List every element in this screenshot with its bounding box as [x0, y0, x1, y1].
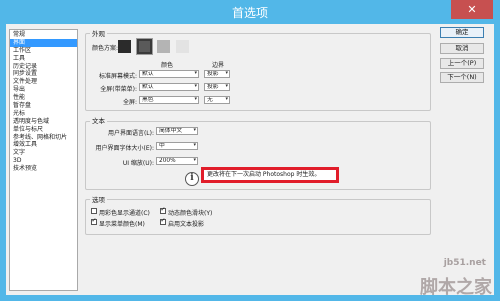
- color-channels-checkbox[interactable]: [91, 208, 97, 214]
- show-menu-colors-label: 显示菜单颜色(M): [99, 221, 145, 228]
- chevron-down-icon: ▾: [193, 157, 196, 163]
- fullscreen-menu-color-select[interactable]: 默认 ▾: [139, 83, 199, 91]
- ui-language-select[interactable]: 简体中文 ▾: [156, 127, 198, 135]
- standard-screen-color-select[interactable]: 默认 ▾: [139, 70, 199, 78]
- chevron-down-icon: ▾: [225, 96, 228, 102]
- restart-notice: 更改将在下一次启动 Photoshop 时生效。: [201, 167, 339, 183]
- ui-scale-select[interactable]: 200% ▾: [156, 157, 198, 165]
- info-icon: i: [185, 172, 199, 186]
- border-column-header: 边界: [212, 62, 225, 69]
- sidebar-item[interactable]: 常规: [10, 31, 77, 39]
- fullscreen-color-value: 黑色: [142, 97, 154, 103]
- sidebar-item[interactable]: 性能: [10, 94, 77, 102]
- standard-screen-border-value: 投影: [207, 71, 219, 77]
- dynamic-color-sliders-label: 动态颜色滑块(Y): [168, 210, 213, 217]
- sidebar-item[interactable]: 工具: [10, 55, 77, 63]
- sidebar-item[interactable]: 3D: [10, 157, 77, 165]
- chevron-down-icon: ▾: [225, 70, 228, 76]
- show-menu-colors-checkbox[interactable]: [91, 217, 97, 225]
- ui-language-label: 用户界面语言(L):: [107, 130, 154, 137]
- text-group-title: 文本: [90, 115, 107, 125]
- standard-screen-border-select[interactable]: 投影 ▾: [204, 70, 230, 78]
- fullscreen-label: 全屏:: [122, 99, 137, 106]
- color-column-header: 颜色: [161, 62, 174, 69]
- ui-font-size-value: 中: [159, 143, 165, 149]
- fullscreen-menu-border-value: 投影: [207, 84, 219, 90]
- fullscreen-menu-label: 全屏(带菜单):: [100, 86, 137, 93]
- standard-screen-color-value: 默认: [142, 71, 154, 77]
- sidebar-item[interactable]: 单位与标尺: [10, 126, 77, 134]
- fullscreen-menu-color-value: 默认: [142, 84, 154, 90]
- ui-font-size-label: 用户界面字体大小(E):: [95, 145, 155, 152]
- standard-screen-mode-label: 标准屏幕模式:: [98, 73, 137, 80]
- color-channels-label: 用彩色显示通道(C): [99, 210, 150, 217]
- color-scheme-swatch-darkest[interactable]: [118, 40, 131, 53]
- sidebar-item[interactable]: 光标: [10, 110, 77, 118]
- chevron-down-icon: ▾: [194, 70, 197, 76]
- window-frame-left: [0, 24, 6, 301]
- ui-language-value: 简体中文: [159, 128, 183, 134]
- chevron-down-icon: ▾: [194, 96, 197, 102]
- chevron-down-icon: ▾: [194, 83, 197, 89]
- window-frame-right: [494, 24, 500, 301]
- watermark-site: jb51.net: [443, 258, 486, 268]
- sidebar-item[interactable]: 透明度与色域: [10, 118, 77, 126]
- sidebar-item[interactable]: 界面: [10, 38, 77, 47]
- text-drop-shadow-label: 启用文本投影: [168, 221, 205, 228]
- chevron-down-icon: ▾: [193, 142, 196, 148]
- ok-button[interactable]: 确定: [440, 27, 484, 38]
- cancel-button[interactable]: 取消: [440, 43, 484, 54]
- sidebar-item[interactable]: 文字: [10, 149, 77, 157]
- color-scheme-label: 颜色方案:: [92, 45, 119, 52]
- category-list[interactable]: 常规 界面 工作区 工具 历史记录 同步设置 文件处理 导出 性能 暂存盘 光标 透明度与色域 单位与标…: [9, 29, 78, 291]
- sidebar-item[interactable]: 工作区: [10, 47, 77, 55]
- ui-scale-label: UI 缩放(U):: [122, 160, 154, 167]
- dialog-title: 首选项: [231, 6, 268, 20]
- sidebar-item[interactable]: 导出: [10, 86, 77, 94]
- watermark-brand: 脚本之家: [420, 277, 492, 298]
- fullscreen-border-value: 无: [207, 97, 213, 103]
- preferences-dialog: 首选项 ✕ 常规 界面 工作区 工具 历史记录 同步设置 文件处理 导出 性能 暂存盘 光标 透明度与…: [0, 0, 500, 301]
- title-bar: 首选项 ✕: [0, 0, 500, 24]
- fullscreen-color-select[interactable]: 黑色 ▾: [139, 96, 199, 104]
- dynamic-color-sliders-checkbox[interactable]: [160, 206, 166, 214]
- text-drop-shadow-checkbox[interactable]: [160, 217, 166, 225]
- color-scheme-swatch-light[interactable]: [157, 40, 170, 53]
- close-button[interactable]: ✕: [451, 0, 493, 19]
- prev-button[interactable]: 上一个(P): [440, 58, 484, 69]
- options-group-title: 选项: [90, 194, 107, 204]
- chevron-down-icon: ▾: [193, 127, 196, 133]
- options-group: [85, 199, 431, 235]
- ui-font-size-select[interactable]: 中 ▾: [156, 142, 198, 150]
- ui-scale-value: 200%: [159, 158, 176, 164]
- fullscreen-menu-border-select[interactable]: 投影 ▾: [204, 83, 230, 91]
- chevron-down-icon: ▾: [225, 83, 228, 89]
- next-button[interactable]: 下一个(N): [440, 72, 484, 83]
- sidebar-item[interactable]: 暂存盘: [10, 102, 77, 110]
- color-scheme-swatch-dark[interactable]: [136, 38, 153, 55]
- color-scheme-swatch-lightest[interactable]: [176, 40, 189, 53]
- fullscreen-border-select[interactable]: 无 ▾: [204, 96, 230, 104]
- appearance-group-title: 外观: [90, 28, 107, 38]
- sidebar-item[interactable]: 技术预览: [10, 165, 77, 173]
